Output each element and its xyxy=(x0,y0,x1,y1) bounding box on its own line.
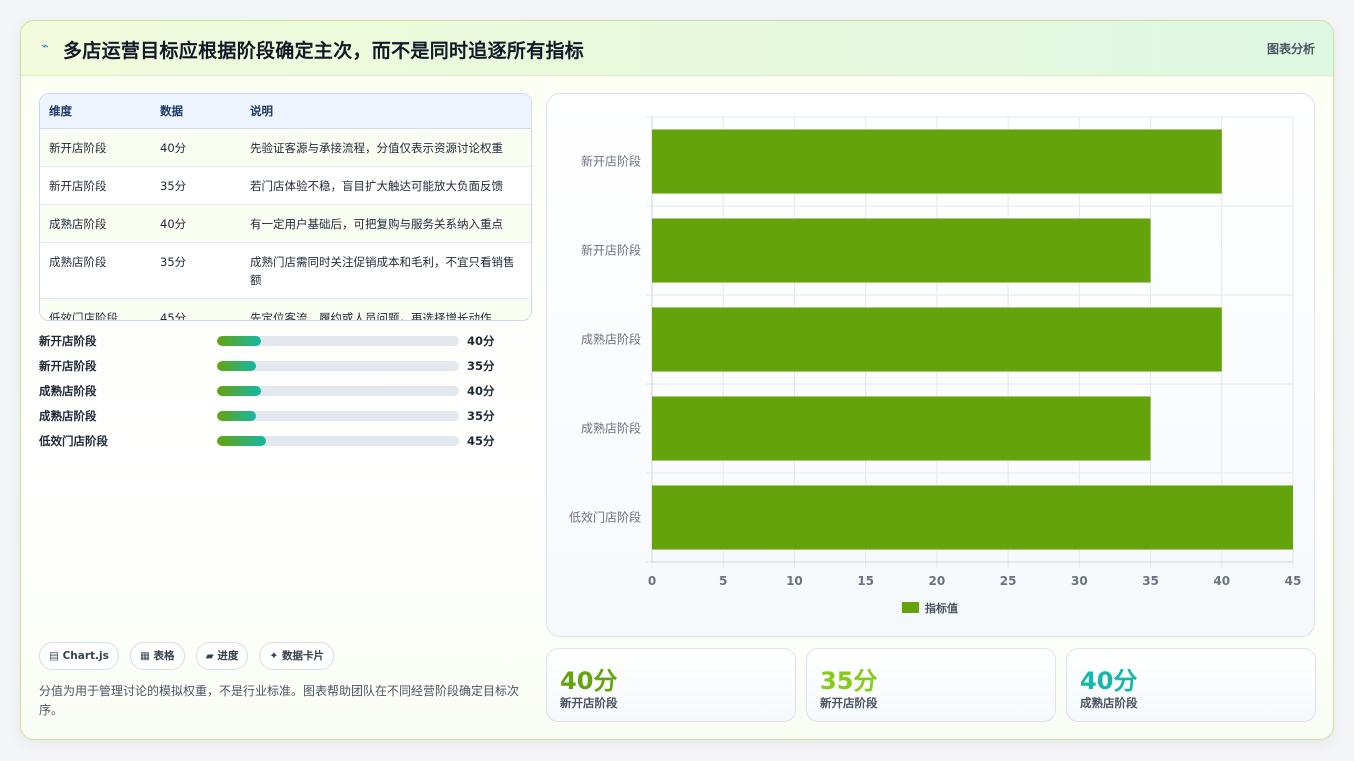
x-tick-label: 25 xyxy=(1000,574,1017,588)
y-category-label: 成熟店阶段 xyxy=(581,421,641,436)
progress-row: 新开店阶段 35分 xyxy=(39,356,509,381)
x-tick-label: 0 xyxy=(648,574,656,588)
progress-row: 成熟店阶段 40分 xyxy=(39,381,509,406)
cell-dimension: 成熟店阶段 xyxy=(40,204,159,243)
progress-value: 40分 xyxy=(467,334,495,348)
y-category-label: 成熟店阶段 xyxy=(581,332,641,347)
progress-track xyxy=(217,436,459,446)
x-tick-label: 10 xyxy=(786,574,803,588)
progress-fill xyxy=(217,411,256,421)
bar-chart: 0 5 10 15 20 25 30 35 40 45新开店阶段新开店阶段成熟店阶段成熟店阶段低效… xyxy=(569,116,1302,615)
chip-table[interactable]: ▦ 表格 xyxy=(129,642,185,670)
cell-data: 40分 xyxy=(159,128,249,167)
tag-chips: ▤ Chart.js ▦ 表格 ▰ 进度 ✦ 数据卡片 xyxy=(39,642,340,670)
bar xyxy=(652,396,1151,461)
progress-track xyxy=(217,411,459,421)
legend-swatch xyxy=(902,602,919,613)
progress-track xyxy=(217,386,459,396)
cell-dimension: 低效门店阶段 xyxy=(40,298,159,320)
bar xyxy=(652,129,1222,194)
progress-fill xyxy=(217,361,256,371)
progress-row: 低效门店阶段 45分 xyxy=(39,431,509,456)
table-row: 新开店阶段 35分 若门店体验不稳，盲目扩大触达可能放大负面反馈 xyxy=(40,166,531,205)
progress-label: 成熟店阶段 xyxy=(39,384,97,398)
chip-chartjs[interactable]: ▤ Chart.js xyxy=(39,642,119,670)
page-title: 多店运营目标应根据阶段确定主次，而不是同时追逐所有指标 xyxy=(63,40,585,62)
cell-dimension: 成熟店阶段 xyxy=(40,242,159,299)
progress-label: 新开店阶段 xyxy=(39,334,97,348)
bar xyxy=(652,218,1151,283)
progress-value: 35分 xyxy=(467,359,495,373)
stat-card: 35分 新开店阶段 xyxy=(806,648,1056,722)
stat-label: 新开店阶段 xyxy=(560,696,618,710)
cell-dimension: 新开店阶段 xyxy=(40,128,159,167)
bar xyxy=(652,485,1293,550)
column-header: 维度 xyxy=(40,94,159,129)
x-tick-label: 35 xyxy=(1142,574,1159,588)
x-tick-label: 40 xyxy=(1213,574,1230,588)
stat-card: 40分 成熟店阶段 xyxy=(1066,648,1316,722)
data-table: 维度 数据 说明 新开店阶段 40分 先验证客源与承接流程，分值仅表示资源讨论权… xyxy=(39,93,532,321)
progress-fill xyxy=(217,436,267,446)
stat-value: 40分 xyxy=(560,667,618,695)
stat-value: 35分 xyxy=(820,667,878,695)
cell-data: 35分 xyxy=(159,166,249,205)
x-tick-label: 45 xyxy=(1285,574,1302,588)
cell-data: 40分 xyxy=(159,204,249,243)
table-row: 新开店阶段 40分 先验证客源与承接流程，分值仅表示资源讨论权重 xyxy=(40,128,531,167)
cell-dimension: 新开店阶段 xyxy=(40,166,159,205)
stat-label: 新开店阶段 xyxy=(820,696,878,710)
x-tick-label: 20 xyxy=(929,574,946,588)
cell-description: 先验证客源与承接流程，分值仅表示资源讨论权重 xyxy=(249,128,531,167)
bar xyxy=(652,307,1222,372)
stat-value: 40分 xyxy=(1080,667,1138,695)
y-category-label: 低效门店阶段 xyxy=(569,510,641,525)
stat-label: 成熟店阶段 xyxy=(1080,696,1138,710)
progress-value: 35分 xyxy=(467,409,495,423)
x-tick-label: 5 xyxy=(719,574,727,588)
progress-track xyxy=(217,336,459,346)
table-row: 成熟店阶段 35分 成熟门店需同时关注促销成本和毛利，不宜只看销售额 xyxy=(40,242,531,299)
header-bar: ⌁ 多店运营目标应根据阶段确定主次，而不是同时追逐所有指标 图表分析 xyxy=(21,21,1333,76)
table-row: 低效门店阶段 45分 先定位客流、履约或人员问题，再选择增长动作 xyxy=(40,298,531,320)
column-header: 数据 xyxy=(159,94,249,129)
x-tick-label: 15 xyxy=(857,574,874,588)
progress-row: 成熟店阶段 35分 xyxy=(39,406,509,431)
progress-value: 45分 xyxy=(467,434,495,448)
legend-label: 指标值 xyxy=(925,601,958,615)
chip-data-card[interactable]: ✦ 数据卡片 xyxy=(259,642,334,670)
cell-description: 先定位客流、履约或人员问题，再选择增长动作 xyxy=(249,298,531,320)
stat-card: 40分 新开店阶段 xyxy=(546,648,796,722)
column-header: 说明 xyxy=(249,94,531,129)
progress-label: 成熟店阶段 xyxy=(39,409,97,423)
progress-fill xyxy=(217,386,261,396)
cell-data: 45分 xyxy=(159,298,249,320)
footnote: 分值为用于管理讨论的模拟权重，不是行业标准。图表帮助团队在不同经营阶段确定目标次… xyxy=(39,684,520,717)
progress-track xyxy=(217,361,459,371)
cell-data: 35分 xyxy=(159,242,249,299)
progress-label: 低效门店阶段 xyxy=(39,434,108,448)
progress-value: 40分 xyxy=(467,384,495,398)
cell-description: 若门店体验不稳，盲目扩大触达可能放大负面反馈 xyxy=(249,166,531,205)
cell-description: 有一定用户基础后，可把复购与服务关系纳入重点 xyxy=(249,204,531,243)
y-category-label: 新开店阶段 xyxy=(581,154,641,169)
progress-row: 新开店阶段 40分 xyxy=(39,331,509,356)
progress-list: 新开店阶段 40分 新开店阶段 35分 成熟店阶段 40分 成熟店阶段 35分 … xyxy=(39,331,509,456)
bar-chart-panel: 0 5 10 15 20 25 30 35 40 45 新开店阶段 新开店阶段 成熟店阶段 成熟店阶段 低效… xyxy=(546,93,1315,637)
progress-label: 新开店阶段 xyxy=(39,359,97,373)
x-tick-label: 30 xyxy=(1071,574,1088,588)
chip-progress[interactable]: ▰ 进度 xyxy=(195,642,249,670)
sparkle-icon: ⌁ xyxy=(41,39,49,54)
chart-analysis-label: 图表分析 xyxy=(1266,42,1315,56)
y-category-label: 新开店阶段 xyxy=(581,243,641,258)
cell-description: 成熟门店需同时关注促销成本和毛利，不宜只看销售额 xyxy=(249,242,531,299)
dashboard-card: ⌁ 多店运营目标应根据阶段确定主次，而不是同时追逐所有指标 图表分析 维度 数据… xyxy=(20,20,1334,740)
table-row: 成熟店阶段 40分 有一定用户基础后，可把复购与服务关系纳入重点 xyxy=(40,204,531,243)
progress-fill xyxy=(217,336,261,346)
table-header-row: 维度 数据 说明 xyxy=(40,94,531,129)
